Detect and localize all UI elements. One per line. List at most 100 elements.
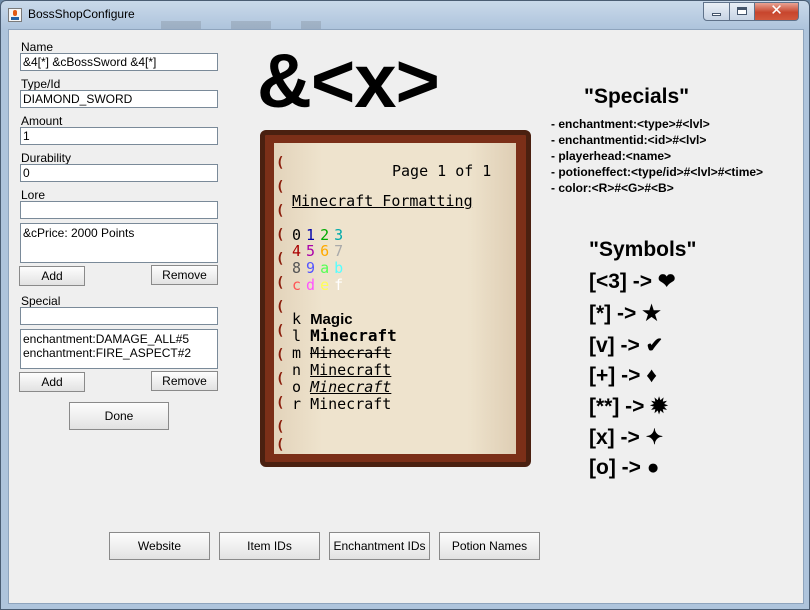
- special-label: Special: [21, 294, 61, 308]
- color-code-row: 0123: [292, 227, 348, 243]
- binding-mark: (: [276, 395, 285, 411]
- binding-mark: (: [276, 299, 285, 315]
- format-code: r: [292, 395, 302, 413]
- name-label: Name: [21, 40, 54, 54]
- lore-add-button[interactable]: Add: [19, 266, 85, 286]
- binding-mark: (: [276, 419, 285, 435]
- minimize-button[interactable]: [703, 2, 730, 21]
- binding-mark: (: [276, 251, 285, 267]
- special-input[interactable]: [20, 307, 218, 325]
- binding-mark: (: [276, 155, 285, 171]
- potion-names-button[interactable]: Potion Names: [439, 532, 540, 560]
- list-item[interactable]: enchantment:FIRE_ASPECT#2: [23, 346, 215, 360]
- binding-mark: (: [276, 227, 285, 243]
- specials-title: "Specials": [584, 85, 690, 108]
- circle-icon: ●: [646, 456, 660, 479]
- special-item: - playerhead:<name>: [551, 149, 672, 163]
- format-code: m: [292, 344, 302, 362]
- color-code-row: 4567: [292, 243, 348, 259]
- format-row-italic: o Minecraft: [292, 379, 391, 395]
- lore-input[interactable]: [20, 201, 218, 219]
- color-code: 8: [292, 259, 307, 277]
- symbol-row: [**] -> ✹: [589, 395, 668, 419]
- item-ids-button[interactable]: Item IDs: [219, 532, 320, 560]
- binding-mark: (: [276, 203, 285, 219]
- format-sample: Minecraft: [310, 361, 392, 379]
- durability-field[interactable]: 0: [20, 164, 218, 182]
- symbol-row: [v] -> ✔: [589, 334, 663, 358]
- binding-mark: (: [276, 275, 285, 291]
- faded-background-tabs: [161, 21, 321, 29]
- color-code: e: [320, 276, 335, 294]
- book-page-number: Page 1 of 1: [392, 162, 492, 180]
- symbol-code: [o] ->: [589, 456, 647, 479]
- format-code: n: [292, 361, 302, 379]
- symbol-row: [o] -> ●: [589, 456, 659, 480]
- sunburst-icon: ✹: [650, 395, 668, 418]
- format-code: l: [292, 327, 302, 345]
- client-area: Name &4[*] &cBossSword &4[*] Type/Id DIA…: [8, 29, 804, 604]
- binding-mark: (: [276, 323, 285, 339]
- maximize-button[interactable]: [729, 2, 755, 21]
- durability-label: Durability: [21, 151, 72, 165]
- book-page: ( ( ( ( ( ( ( ( ( ( ( ( ( Page 1 of 1 Mi…: [274, 143, 516, 454]
- list-item[interactable]: &cPrice: 2000 Points: [23, 226, 215, 240]
- color-code: 7: [334, 242, 349, 260]
- type-id-field[interactable]: DIAMOND_SWORD: [20, 90, 218, 108]
- symbol-code: [**] ->: [589, 395, 651, 418]
- special-item: - enchantment:<type>#<lvl>: [551, 117, 710, 131]
- big-symbol-text: &<x>: [257, 39, 440, 124]
- type-id-label: Type/Id: [21, 77, 61, 91]
- amount-label: Amount: [21, 114, 63, 128]
- app-window: BossShopConfigure ✕ Name &4[*] &cBossSwo…: [0, 0, 810, 610]
- format-row-strike: m Minecraft: [292, 345, 391, 361]
- title-bar[interactable]: BossShopConfigure ✕: [1, 1, 809, 29]
- format-sample: Minecraft: [310, 395, 392, 413]
- special-item: - color:<R>#<G>#<B>: [551, 181, 674, 195]
- special-item: - potioneffect:<type/id>#<lvl>#<time>: [551, 165, 764, 179]
- symbol-code: [*] ->: [589, 302, 643, 325]
- format-code: o: [292, 378, 302, 396]
- four-point-star-icon: ✦: [645, 426, 664, 449]
- symbol-code: [v] ->: [589, 334, 646, 357]
- color-code: f: [334, 276, 349, 294]
- star-icon: ★: [642, 302, 661, 325]
- formatting-book-image: ( ( ( ( ( ( ( ( ( ( ( ( ( Page 1 of 1 Mi…: [260, 130, 531, 467]
- format-sample: Minecraft: [310, 344, 392, 362]
- color-code: b: [334, 259, 349, 277]
- name-field[interactable]: &4[*] &cBossSword &4[*]: [20, 53, 218, 71]
- color-code: 9: [306, 259, 321, 277]
- color-code: 5: [306, 242, 321, 260]
- lore-label: Lore: [21, 188, 46, 202]
- color-code: a: [320, 259, 335, 277]
- color-code: 6: [320, 242, 335, 260]
- special-item: - enchantmentid:<id>#<lvl>: [551, 133, 707, 147]
- binding-mark: (: [276, 179, 285, 195]
- lore-list[interactable]: &cPrice: 2000 Points: [20, 223, 218, 263]
- color-code-row: 89ab: [292, 260, 348, 276]
- enchantment-ids-button[interactable]: Enchantment IDs: [329, 532, 430, 560]
- window-title: BossShopConfigure: [28, 7, 135, 21]
- special-remove-button[interactable]: Remove: [151, 371, 218, 391]
- special-add-button[interactable]: Add: [19, 372, 85, 392]
- format-row-reset: r Minecraft: [292, 396, 391, 412]
- color-code: 4: [292, 242, 307, 260]
- heart-icon: ❤: [657, 270, 676, 293]
- website-button[interactable]: Website: [109, 532, 210, 560]
- format-sample: Minecraft: [310, 326, 397, 345]
- list-item[interactable]: enchantment:DAMAGE_ALL#5: [23, 332, 215, 346]
- done-button[interactable]: Done: [69, 402, 169, 430]
- diamond-icon: ♦: [646, 364, 657, 387]
- symbols-title: "Symbols": [589, 238, 697, 261]
- color-code: d: [306, 276, 321, 294]
- symbol-row: [*] -> ★: [589, 302, 661, 326]
- amount-field[interactable]: 1: [20, 127, 218, 145]
- symbol-code: [+] ->: [589, 364, 647, 387]
- symbol-row: [+] -> ♦: [589, 364, 657, 388]
- format-code: k: [292, 310, 302, 328]
- lore-remove-button[interactable]: Remove: [151, 265, 218, 285]
- close-button[interactable]: ✕: [754, 1, 799, 21]
- special-list[interactable]: enchantment:DAMAGE_ALL#5 enchantment:FIR…: [20, 329, 218, 369]
- symbol-row: [<3] -> ❤: [589, 270, 675, 294]
- symbol-code: [x] ->: [589, 426, 646, 449]
